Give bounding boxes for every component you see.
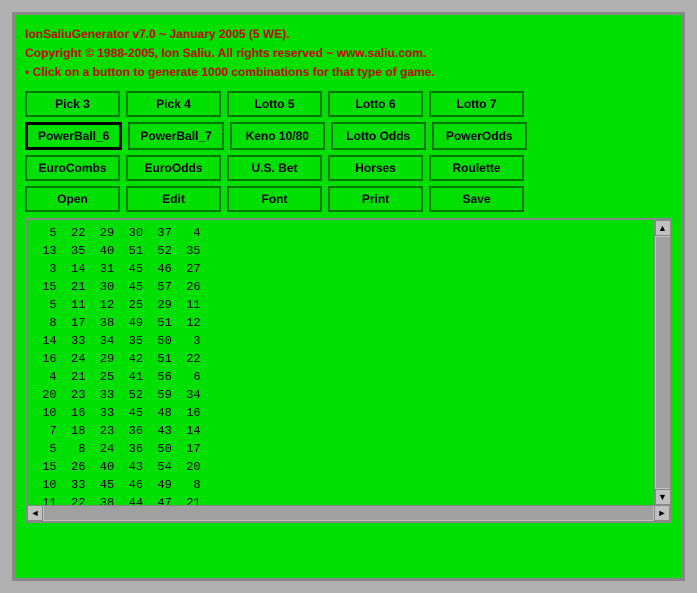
lotto-odds-button[interactable]: Lotto Odds	[331, 122, 426, 150]
header-text: IonSaliuGenerator v7.0 ~ January 2005 (5…	[25, 25, 672, 83]
open-button[interactable]: Open	[25, 186, 120, 212]
scroll-right-button[interactable]: ►	[654, 505, 670, 521]
usbet-button[interactable]: U.S. Bet	[227, 155, 322, 181]
main-window: IonSaliuGenerator v7.0 ~ January 2005 (5…	[12, 12, 685, 581]
h-scroll-thumb[interactable]	[44, 506, 653, 520]
powerball6-button[interactable]: PowerBall_6	[25, 122, 122, 150]
lotto6-button[interactable]: Lotto 6	[328, 91, 423, 117]
scroll-left-button[interactable]: ◄	[27, 505, 43, 521]
keno-button[interactable]: Keno 10/80	[230, 122, 325, 150]
header-line3: • Click on a button to generate 1000 com…	[25, 63, 672, 82]
lotto5-button[interactable]: Lotto 5	[227, 91, 322, 117]
scroll-up-button[interactable]: ▲	[655, 220, 671, 236]
button-row-3: EuroCombs EuroOdds U.S. Bet Horses Roule…	[25, 155, 672, 181]
powerodds-button[interactable]: PowerOdds	[432, 122, 527, 150]
euroodds-button[interactable]: EuroOdds	[126, 155, 221, 181]
button-row-1: Pick 3 Pick 4 Lotto 5 Lotto 6 Lotto 7	[25, 91, 672, 117]
edit-button[interactable]: Edit	[126, 186, 221, 212]
lotto7-button[interactable]: Lotto 7	[429, 91, 524, 117]
header-line2: Copyright © 1988-2005, Ion Saliu. All ri…	[25, 44, 672, 63]
eurocombs-button[interactable]: EuroCombs	[25, 155, 120, 181]
output-text[interactable]: 5 22 29 30 37 4 13 35 40 51 52 35 3 14 3…	[27, 220, 654, 505]
header-line1: IonSaliuGenerator v7.0 ~ January 2005 (5…	[25, 25, 672, 44]
vertical-scrollbar[interactable]: ▲ ▼	[654, 220, 670, 505]
pick4-button[interactable]: Pick 4	[126, 91, 221, 117]
horizontal-scrollbar[interactable]: ◄ ►	[27, 505, 670, 521]
button-row-4: Open Edit Font Print Save	[25, 186, 672, 212]
scroll-thumb[interactable]	[656, 237, 670, 488]
save-button[interactable]: Save	[429, 186, 524, 212]
print-button[interactable]: Print	[328, 186, 423, 212]
scroll-down-button[interactable]: ▼	[655, 489, 671, 505]
powerball7-button[interactable]: PowerBall_7	[128, 122, 223, 150]
button-row-2: PowerBall_6 PowerBall_7 Keno 10/80 Lotto…	[25, 122, 672, 150]
output-inner: 5 22 29 30 37 4 13 35 40 51 52 35 3 14 3…	[27, 220, 670, 505]
roulette-button[interactable]: Roulette	[429, 155, 524, 181]
output-wrapper: 5 22 29 30 37 4 13 35 40 51 52 35 3 14 3…	[25, 218, 672, 523]
pick3-button[interactable]: Pick 3	[25, 91, 120, 117]
horses-button[interactable]: Horses	[328, 155, 423, 181]
font-button[interactable]: Font	[227, 186, 322, 212]
